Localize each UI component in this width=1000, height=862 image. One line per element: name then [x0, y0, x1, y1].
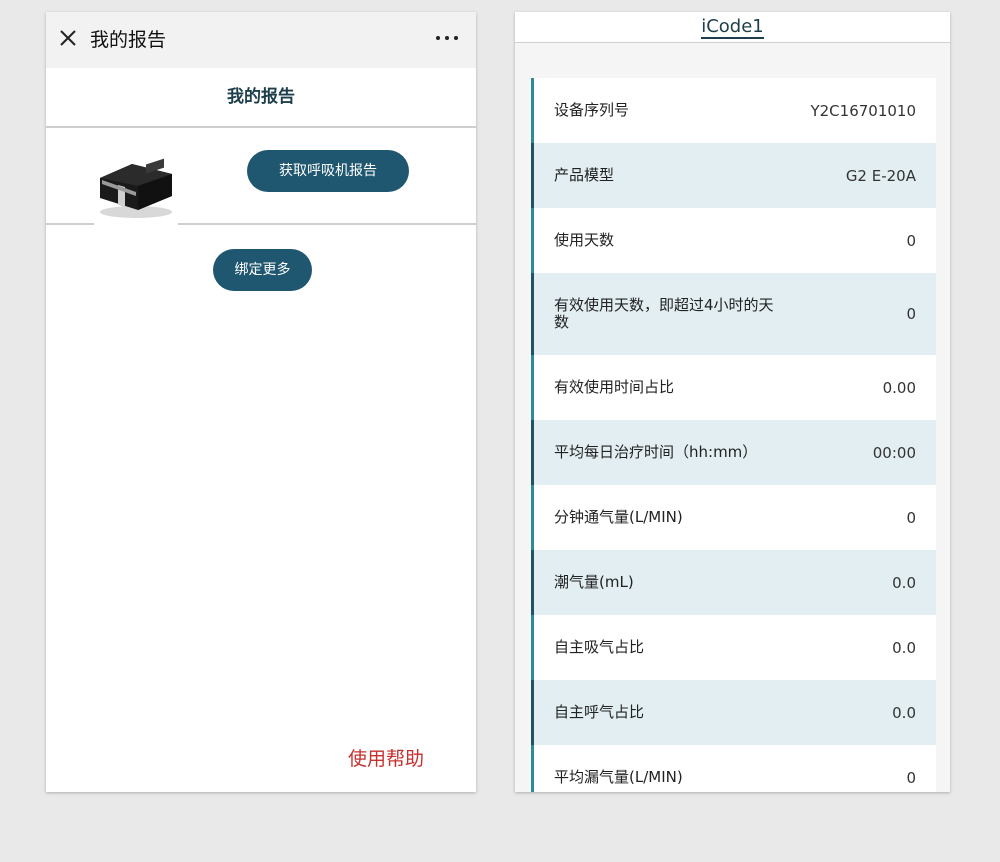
- row-label: 自主呼气占比: [554, 703, 645, 721]
- row-value: 0.0: [892, 703, 916, 722]
- row-value: 0.00: [882, 378, 916, 397]
- info-row-avg-daily-therapy-time: 平均每日治疗时间（hh:mm） 00:00: [531, 420, 936, 485]
- info-row-minute-ventilation: 分钟通气量(L/MIN) 0: [531, 485, 936, 550]
- row-label: 平均漏气量(L/MIN): [554, 768, 683, 786]
- row-label: 使用天数: [554, 231, 615, 249]
- row-value: 0: [906, 305, 916, 323]
- row-value: 0.0: [892, 638, 916, 657]
- header: iCode1: [515, 12, 950, 43]
- row-label: 设备序列号: [554, 101, 630, 119]
- report-screen: 我的报告 我的报告 获取呼吸机报告 绑定更多 使用帮助: [46, 12, 476, 792]
- get-report-button[interactable]: 获取呼吸机报告: [247, 150, 409, 192]
- row-label: 产品模型: [554, 166, 615, 184]
- info-row-effective-usage-days: 有效使用天数，即超过4小时的天数 0: [531, 273, 936, 355]
- info-row-usage-days: 使用天数 0: [531, 208, 936, 273]
- help-link[interactable]: 使用帮助: [348, 744, 424, 771]
- row-label: 自主吸气占比: [554, 638, 645, 656]
- info-row-serial-number: 设备序列号 Y2C16701010: [531, 78, 936, 143]
- device-info-list: 设备序列号 Y2C16701010 产品模型 G2 E-20A 使用天数 0 有…: [531, 78, 936, 792]
- page-title[interactable]: iCode1: [701, 17, 764, 39]
- topbar-title: 我的报告: [90, 29, 167, 51]
- row-label: 分钟通气量(L/MIN): [554, 508, 683, 526]
- info-row-product-model: 产品模型 G2 E-20A: [531, 143, 936, 208]
- row-label: 潮气量(mL): [554, 573, 634, 591]
- row-label: 有效使用时间占比: [554, 378, 675, 396]
- row-value: 0: [906, 508, 916, 527]
- divider: [46, 223, 94, 225]
- info-row-tidal-volume: 潮气量(mL) 0.0: [531, 550, 936, 615]
- page-title: 我的报告: [227, 87, 295, 107]
- row-value: Y2C16701010: [810, 101, 916, 120]
- row-value: G2 E-20A: [845, 166, 916, 185]
- row-label: 有效使用天数，即超过4小时的天数: [554, 296, 774, 331]
- info-row-effective-usage-ratio: 有效使用时间占比 0.00: [531, 355, 936, 420]
- ventilator-device-image: [100, 158, 172, 218]
- info-row-avg-leak: 平均漏气量(L/MIN) 0: [531, 745, 936, 792]
- close-icon[interactable]: [58, 28, 78, 48]
- more-options-icon[interactable]: [436, 36, 458, 42]
- divider: [178, 223, 476, 225]
- row-label: 平均每日治疗时间（hh:mm）: [554, 443, 758, 461]
- row-value: 0.0: [892, 573, 916, 592]
- top-bar: 我的报告: [46, 12, 476, 68]
- divider: [46, 126, 476, 128]
- row-value: 00:00: [872, 443, 916, 462]
- info-row-spontaneous-inspiration-ratio: 自主吸气占比 0.0: [531, 615, 936, 680]
- device-info-screen: iCode1 设备序列号 Y2C16701010 产品模型 G2 E-20A 使…: [515, 12, 950, 792]
- row-value: 0: [906, 768, 916, 787]
- info-row-spontaneous-expiration-ratio: 自主呼气占比 0.0: [531, 680, 936, 745]
- bind-more-button[interactable]: 绑定更多: [213, 249, 312, 291]
- row-value: 0: [906, 231, 916, 250]
